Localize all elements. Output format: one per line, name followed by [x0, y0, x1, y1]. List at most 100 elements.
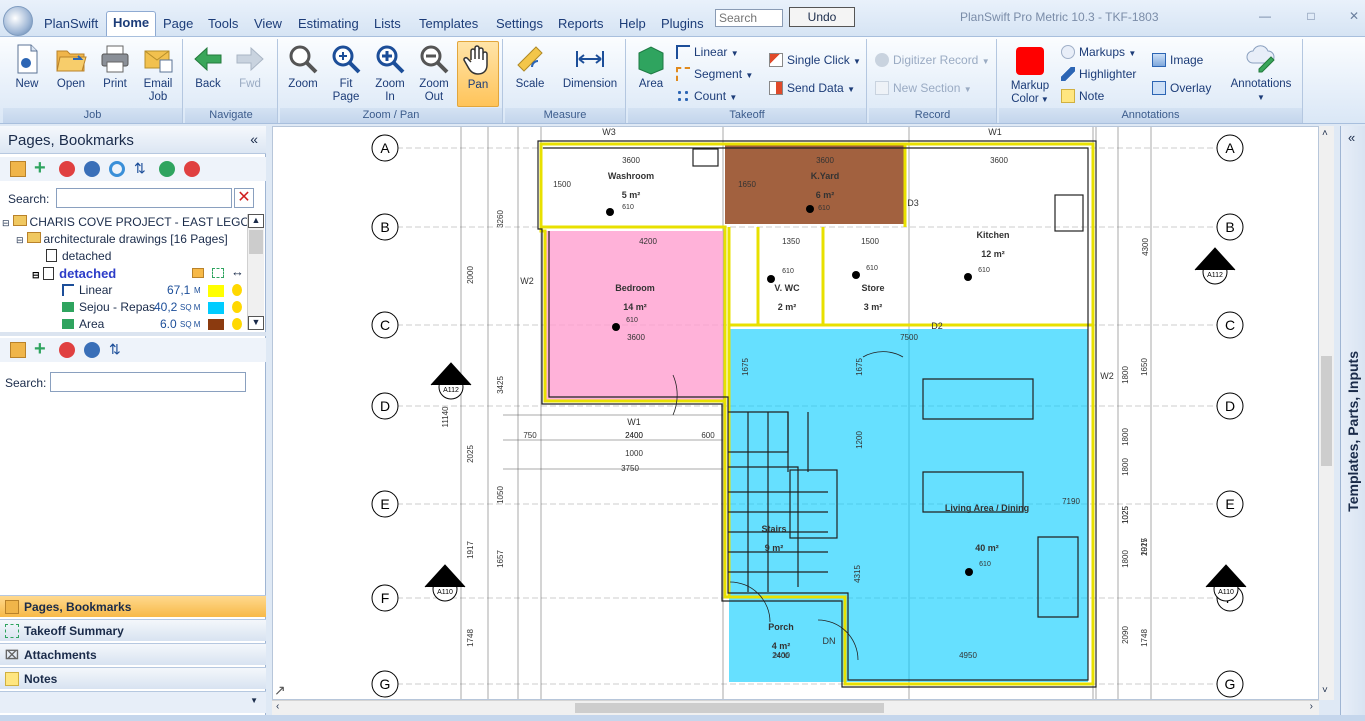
menu-lists[interactable]: Lists: [370, 14, 405, 34]
tree-item-page[interactable]: detached: [46, 248, 111, 265]
tree-item-project[interactable]: ⊟CHARIS COVE PROJECT - EAST LEGON [0...: [2, 214, 248, 231]
fit-page-button[interactable]: Fit Page: [325, 41, 367, 107]
tab-attachments[interactable]: ⌧ Attachments: [0, 643, 266, 665]
v-scroll-thumb[interactable]: [1321, 356, 1332, 466]
delete-icon[interactable]: [59, 342, 75, 358]
area-button[interactable]: Area: [630, 41, 672, 107]
zoom-button[interactable]: Zoom: [282, 41, 324, 107]
templates-panel-title[interactable]: Templates, Parts, Inputs: [1345, 351, 1361, 512]
settings-gear-icon[interactable]: [84, 161, 100, 177]
bedroom-area[interactable]: [545, 231, 723, 401]
search-input[interactable]: [715, 9, 783, 27]
expand-corner-icon[interactable]: ↗: [274, 682, 286, 699]
scroll-thumb[interactable]: [249, 230, 263, 254]
scroll-right-icon[interactable]: ›: [1310, 701, 1313, 712]
highlighter-button[interactable]: Highlighter: [1061, 65, 1136, 83]
templates-panel[interactable]: « Templates, Parts, Inputs: [1340, 126, 1365, 715]
zoom-in-button[interactable]: Zoom In: [369, 41, 411, 107]
tab-notes[interactable]: Notes: [0, 667, 266, 689]
annotations-button[interactable]: Annotations ▼: [1225, 41, 1297, 107]
menu-planswift[interactable]: PlanSwift: [40, 14, 102, 34]
add-circle-icon[interactable]: [159, 161, 175, 177]
bulb-icon[interactable]: [232, 318, 242, 330]
chevron-down-icon[interactable]: ▼: [250, 696, 258, 705]
h-scroll-thumb[interactable]: [575, 703, 884, 713]
layers-icon[interactable]: [212, 268, 224, 278]
refresh-icon[interactable]: [109, 161, 125, 177]
menu-home[interactable]: Home: [106, 11, 157, 36]
area-color-swatch[interactable]: [208, 319, 224, 330]
menu-help[interactable]: Help: [615, 14, 650, 34]
folder-icon[interactable]: [10, 342, 26, 358]
tab-takeoff-summary[interactable]: Takeoff Summary: [0, 619, 266, 641]
markups-button[interactable]: Markups ▼: [1061, 43, 1136, 61]
scroll-up-icon[interactable]: ▲: [248, 214, 264, 228]
drawing-canvas[interactable]: AABBCCDDEEFFGG A112 A112 A110 A110 W3 W1…: [272, 126, 1319, 700]
scroll-down-icon[interactable]: ˅: [1322, 685, 1328, 696]
tree-item-area[interactable]: Area 6.0 SQ M: [62, 316, 242, 330]
new-button[interactable]: New: [6, 41, 48, 107]
tabs-overflow[interactable]: ▼: [0, 691, 266, 713]
sort-icon[interactable]: ⇅: [109, 342, 125, 358]
menu-settings[interactable]: Settings: [492, 14, 547, 34]
menu-tools[interactable]: Tools: [204, 14, 242, 34]
back-button[interactable]: Back: [187, 41, 229, 107]
dimension-button[interactable]: Dimension: [557, 41, 623, 107]
clear-search-icon[interactable]: ✕: [234, 188, 254, 208]
bulb-icon[interactable]: [232, 284, 242, 296]
splitter[interactable]: [0, 332, 266, 336]
count-button[interactable]: Count ▼: [676, 87, 737, 105]
delete-icon[interactable]: [59, 161, 75, 177]
app-logo-icon[interactable]: [3, 6, 33, 36]
scroll-up-icon[interactable]: ˄: [1322, 128, 1328, 139]
maximize-icon[interactable]: □: [1301, 9, 1321, 23]
tree-item-linear[interactable]: Linear 67,1 M: [62, 282, 242, 299]
width-icon[interactable]: ↔: [231, 264, 244, 279]
tree-item-drawings[interactable]: ⊟ architecturale drawings [16 Pages]: [16, 231, 228, 248]
tree-item-sejou[interactable]: Sejou - Repas 40,2 SQ M: [62, 299, 242, 316]
markup-color-button[interactable]: Markup Color ▼: [1005, 41, 1055, 107]
pan-button[interactable]: Pan: [457, 41, 499, 107]
menu-estimating[interactable]: Estimating: [294, 14, 363, 34]
image-button[interactable]: Image: [1152, 51, 1203, 69]
folder-icon[interactable]: [10, 161, 26, 177]
vertical-scrollbar[interactable]: ˄ ˅: [1319, 126, 1334, 700]
remove-circle-icon[interactable]: [184, 161, 200, 177]
overlay-button[interactable]: Overlay: [1152, 79, 1211, 97]
single-click-button[interactable]: Single Click ▼: [769, 51, 861, 69]
forward-button[interactable]: Fwd: [229, 41, 271, 107]
undo-button[interactable]: Undo: [789, 7, 855, 27]
tab-pages-bookmarks[interactable]: Pages, Bookmarks: [0, 595, 266, 617]
zoom-out-button[interactable]: Zoom Out: [413, 41, 455, 107]
menu-reports[interactable]: Reports: [554, 14, 608, 34]
minimize-icon[interactable]: —: [1255, 9, 1275, 23]
send-data-button[interactable]: Send Data ▼: [769, 79, 855, 97]
bookmark-search-input[interactable]: [50, 372, 246, 392]
expand-panel-icon[interactable]: «: [1348, 130, 1355, 145]
menu-view[interactable]: View: [250, 14, 286, 34]
linear-color-swatch[interactable]: [208, 285, 224, 297]
print-button[interactable]: Print: [94, 41, 136, 107]
sejou-color-swatch[interactable]: [208, 302, 224, 314]
horizontal-scrollbar[interactable]: ‹ ›: [272, 700, 1319, 715]
scroll-down-icon[interactable]: ▼: [248, 316, 264, 330]
floor-plan[interactable]: AABBCCDDEEFFGG A112 A112 A110 A110 W3 W1…: [273, 127, 1319, 700]
sort-icon[interactable]: ⇅: [134, 161, 150, 177]
note-button[interactable]: Note: [1061, 87, 1104, 105]
takeoff-icon[interactable]: [192, 268, 204, 278]
new-section-button[interactable]: New Section ▼: [875, 79, 972, 97]
tree-item-page-selected[interactable]: ⊟ detached: [32, 265, 116, 282]
add-icon[interactable]: +: [34, 339, 50, 359]
linear-button[interactable]: Linear ▼: [676, 43, 739, 61]
open-button[interactable]: Open: [50, 41, 92, 107]
scale-button[interactable]: Scale: [509, 41, 551, 107]
email-job-button[interactable]: Email Job: [137, 41, 179, 107]
digitizer-record-button[interactable]: Digitizer Record ▼: [875, 51, 990, 69]
scroll-left-icon[interactable]: ‹: [276, 701, 279, 712]
add-icon[interactable]: +: [34, 158, 50, 178]
settings-gear-icon[interactable]: [84, 342, 100, 358]
pages-search-input[interactable]: [56, 188, 232, 208]
menu-page[interactable]: Page: [159, 14, 197, 34]
segment-button[interactable]: Segment ▼: [676, 65, 753, 83]
close-icon[interactable]: ✕: [1344, 9, 1364, 23]
